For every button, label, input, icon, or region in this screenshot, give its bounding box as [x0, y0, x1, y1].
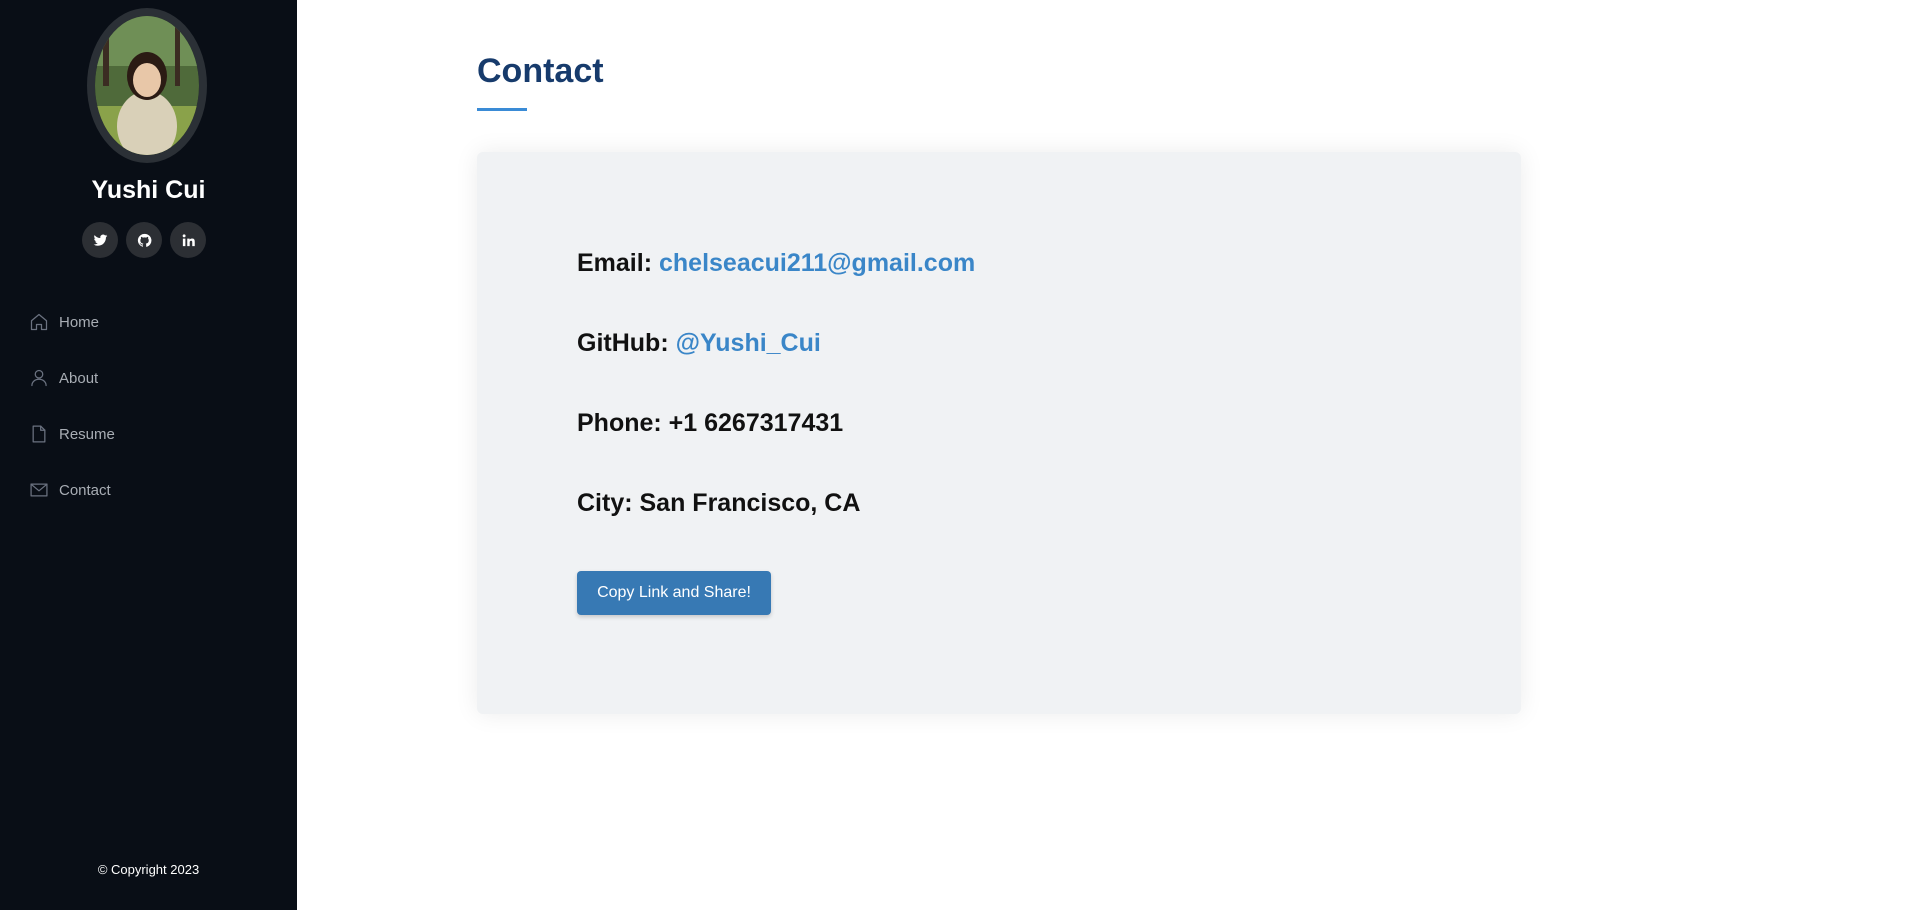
envelope-icon	[30, 483, 48, 497]
sidebar-item-label: Home	[59, 313, 100, 331]
city-label: City:	[577, 489, 640, 517]
sidebar-item-about[interactable]: About	[29, 350, 115, 406]
sidebar-item-contact[interactable]: Contact	[29, 462, 115, 518]
phone-value: +1 6267317431	[668, 409, 844, 437]
github-label: GitHub:	[577, 329, 676, 357]
twitter-link[interactable]	[82, 222, 118, 258]
github-handle-link[interactable]: @Yushi_Cui	[676, 329, 821, 357]
phone-label: Phone:	[577, 409, 669, 437]
sidebar-nav: Home About Resume Contact	[29, 294, 115, 518]
copy-link-share-button[interactable]: Copy Link and Share!	[577, 571, 771, 615]
contact-card: Email: chelseacui211@gmail.com GitHub: @…	[477, 152, 1521, 714]
contact-email: Email: chelseacui211@gmail.com	[577, 249, 975, 278]
page-title: Contact	[477, 52, 604, 90]
avatar	[87, 8, 207, 163]
city-value: San Francisco, CA	[639, 489, 861, 517]
github-link[interactable]	[126, 222, 162, 258]
copyright: © Copyright 2023	[97, 862, 200, 877]
twitter-icon	[93, 234, 107, 246]
sidebar: Yushi Cui Home About Resume Contact © Co…	[0, 0, 297, 910]
sidebar-item-label: About	[59, 369, 99, 387]
sidebar-item-label: Contact	[59, 481, 111, 499]
page: Yushi Cui Home About Resume Contact © Co…	[0, 0, 1913, 910]
contact-github: GitHub: @Yushi_Cui	[577, 329, 821, 358]
title-underline	[477, 108, 527, 111]
contact-phone: Phone: +1 6267317431	[577, 409, 843, 438]
sidebar-item-label: Resume	[59, 425, 115, 443]
person-icon	[31, 369, 47, 387]
sidebar-item-home[interactable]: Home	[29, 294, 115, 350]
file-icon	[32, 425, 46, 443]
sidebar-item-resume[interactable]: Resume	[29, 406, 115, 462]
profile-name: Yushi Cui	[91, 176, 206, 204]
github-icon	[137, 233, 151, 247]
linkedin-icon	[182, 233, 195, 246]
home-icon	[30, 313, 48, 331]
social-links	[82, 222, 206, 258]
email-label: Email:	[577, 249, 659, 277]
linkedin-link[interactable]	[170, 222, 206, 258]
email-link[interactable]: chelseacui211@gmail.com	[659, 249, 975, 277]
contact-city: City: San Francisco, CA	[577, 489, 860, 518]
